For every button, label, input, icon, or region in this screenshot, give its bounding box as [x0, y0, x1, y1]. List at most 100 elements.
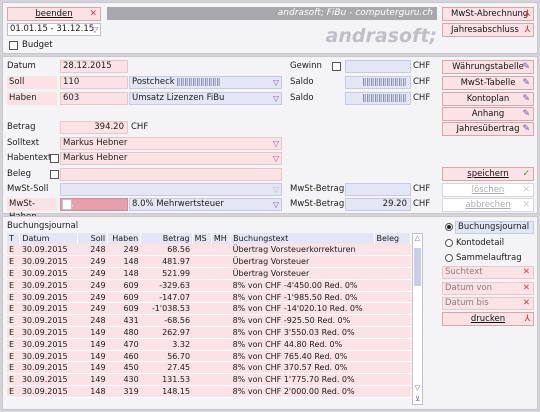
radio-buchungsjournal[interactable] [445, 223, 453, 231]
radio-kontodetail[interactable] [445, 239, 453, 247]
budget-checkbox[interactable] [9, 41, 18, 50]
col-header[interactable]: Soll [77, 233, 109, 244]
table-row[interactable]: E 30.09.2015 149 430 131.53 8% von CHF 1'775.… [7, 373, 411, 387]
beenden-button[interactable]: beenden ✕ [7, 7, 101, 21]
table-cell: 148.15 [140, 385, 193, 398]
table-row[interactable]: E 30.09.2015 249 609 -329.63 8% von CHF -4'45… [7, 279, 411, 292]
table-row[interactable]: E 30.09.2015 248 249 68.56 Übertrag Vorsteuer… [7, 244, 411, 257]
radio-kontodetail-label[interactable]: Kontodetail [456, 237, 504, 250]
soll-account-select[interactable]: Postcheck ▽ [129, 76, 282, 89]
beleg-label: Beleg [7, 169, 32, 179]
scroll-thumb[interactable] [414, 248, 421, 286]
table-row[interactable]: E 30.09.2015 249 609 -1'038.53 8% von CHF -14… [7, 302, 411, 316]
table-cell [192, 338, 212, 351]
table-cell: 30.09.2015 [19, 314, 78, 328]
table-cell: E [7, 314, 20, 328]
andrasoft-logo: andrasoft; [325, 25, 437, 47]
mwst-abrechnung-button[interactable]: MwSt-Abrechnung ⅄ [442, 7, 534, 21]
speichern-button[interactable]: speichern ✓ [442, 167, 534, 181]
chevron-down-icon: ▽ [272, 185, 279, 194]
col-header[interactable]: Beleg [374, 233, 411, 244]
col-header[interactable]: Buchungstext [230, 233, 375, 244]
table-cell: 30.09.2015 [19, 385, 78, 398]
scroll-down-icon[interactable]: ▽ [413, 384, 422, 392]
mwst-betrag-soll-field [345, 183, 411, 196]
waehrungstabelle-button[interactable]: Währungstabelle ✎ [442, 60, 534, 74]
mwst-betrag-soll-currency: CHF [413, 184, 431, 194]
table-cell [211, 279, 231, 292]
table-row[interactable]: E 30.09.2015 249 148 521.99 Übertrag Vorsteue… [7, 267, 411, 280]
table-cell [211, 314, 231, 328]
table-cell: E [7, 291, 20, 304]
mwst-soll-select[interactable]: ▽ [60, 183, 282, 196]
table-cell: -68.56 [140, 314, 193, 328]
table-cell: E [7, 373, 20, 387]
beleg-checkbox[interactable] [50, 170, 59, 179]
table-row[interactable]: E 30.09.2015 149 470 3.32 8% von CHF 44.80 Re… [7, 338, 411, 351]
table-cell: 248 [77, 314, 108, 328]
table-row[interactable]: E 30.09.2015 149 460 56.70 8% von CHF 765.40 … [7, 350, 411, 363]
habentext-checkbox[interactable] [50, 154, 59, 163]
beleg-field[interactable] [60, 168, 282, 181]
col-header[interactable]: Haben [107, 233, 142, 244]
col-header[interactable]: MS [192, 233, 212, 244]
col-header[interactable]: MH [211, 233, 232, 244]
close-icon[interactable]: ✕ [523, 283, 530, 294]
solltext-field[interactable]: Markus Hebner ▽ [60, 137, 282, 150]
table-row[interactable]: E 30.09.2015 249 609 -147.07 8% von CHF -1'98… [7, 291, 411, 304]
gewinn-checkbox[interactable] [332, 62, 341, 71]
datum-field[interactable]: 28.12.2015 [60, 60, 128, 73]
loeschen-button[interactable]: löschen ✕ [442, 183, 534, 197]
col-header[interactable]: Datum [19, 233, 79, 244]
scroll-end-icon[interactable]: ⊻ [413, 395, 422, 403]
table-cell [374, 373, 411, 387]
haben-field[interactable]: 603 [60, 92, 128, 105]
anhang-button[interactable]: Anhang ✎ [442, 107, 534, 121]
table-cell [192, 326, 212, 339]
close-icon[interactable]: ✕ [523, 267, 530, 278]
table-cell: -1'038.53 [140, 302, 193, 316]
radio-buchungsjournal-label[interactable]: Buchungsjournal [455, 221, 534, 234]
kontoplan-button[interactable]: Kontoplan ✎ [442, 92, 534, 106]
table-row[interactable]: E 30.09.2015 249 148 481.97 Übertrag Vorsteue… [7, 255, 411, 269]
journal-scrollbar[interactable]: △ ▽ ⊻ [412, 233, 423, 405]
mwst-tabelle-button[interactable]: MwSt-Tabelle ✎ [442, 76, 534, 90]
haben-account-select[interactable]: Umsatz Lizenzen FiBu ▽ [129, 92, 282, 105]
table-cell: 521.99 [140, 267, 193, 280]
suchtext-input[interactable]: Suchtext ✕ [442, 266, 534, 279]
jahresabschluss-button[interactable]: Jahresabschluss ⅄ [442, 23, 534, 37]
datum-von-input[interactable]: Datum von ✕ [442, 282, 534, 295]
mwst-haben-select[interactable]: 8.0% Mehrwertsteuer ▽ [129, 198, 282, 211]
datum-label: Datum [7, 61, 36, 71]
app-banner: andrasoft; FiBu - computerguru.ch [107, 7, 437, 20]
table-row[interactable]: E 30.09.2015 248 431 -68.56 8% von CHF -925.5… [7, 314, 411, 328]
table-cell [192, 385, 212, 398]
table-row[interactable]: E 30.09.2015 148 319 148.15 8% von CHF 2'000.… [7, 385, 411, 398]
table-cell: 149 [77, 361, 108, 375]
table-row[interactable]: E 30.09.2015 149 480 262.97 8% von CHF 3'550.… [7, 326, 411, 339]
date-range-select[interactable]: 01.01.15 - 31.12.15 ▽ [7, 23, 101, 36]
close-icon: ✕ [89, 9, 97, 19]
soll-field[interactable]: 110 [60, 76, 128, 89]
table-cell: 3.32 [140, 338, 193, 351]
chevron-down-icon: ▽ [272, 139, 279, 148]
datum-bis-input[interactable]: Datum bis ✕ [442, 297, 534, 310]
table-cell [192, 361, 212, 375]
chevron-down-icon: ▽ [272, 78, 279, 87]
abbrechen-button[interactable]: abbrechen ✕ [442, 198, 534, 212]
close-icon[interactable]: ✕ [523, 298, 530, 309]
scroll-up-icon[interactable]: △ [413, 234, 422, 242]
table-row[interactable]: E 30.09.2015 149 450 27.45 8% von CHF 370.57 … [7, 361, 411, 375]
table-cell [192, 314, 212, 328]
betrag-field[interactable]: 394.20 [60, 121, 128, 134]
drucken-button[interactable]: drucken ⅄ [442, 312, 534, 326]
jahresuebertrag-button[interactable]: Jahresübertrag ✎ [442, 122, 534, 136]
col-header[interactable]: T [7, 233, 21, 244]
habentext-field[interactable]: Markus Hebner ▽ [60, 152, 282, 165]
table-cell [211, 244, 231, 257]
radio-sammelauftrag[interactable] [445, 254, 453, 262]
table-cell: 30.09.2015 [19, 338, 78, 351]
col-header[interactable]: Betrag [140, 233, 193, 244]
table-cell: 8% von CHF -14'020.10 Red. 0% [230, 302, 374, 316]
radio-sammelauftrag-label[interactable]: Sammelauftrag [456, 252, 522, 265]
